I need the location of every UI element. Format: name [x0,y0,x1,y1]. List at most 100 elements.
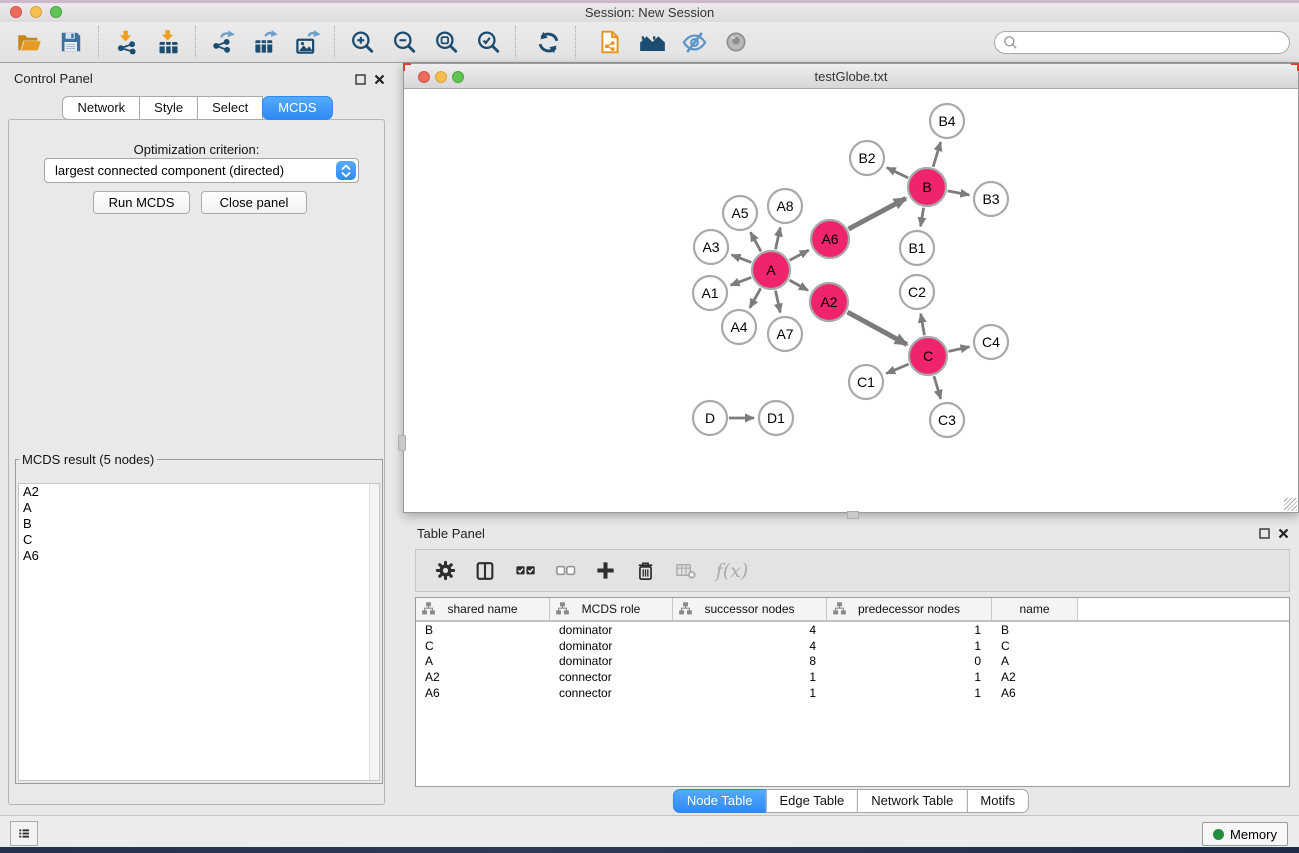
mcds-result-item[interactable]: A6 [19,548,379,564]
show-graphics-details-button[interactable] [716,24,756,60]
edge-A-A6[interactable] [790,250,809,260]
column-header-shared-name[interactable]: shared name [416,598,550,620]
import-table-button[interactable] [148,24,188,60]
edge-A6-B[interactable] [849,198,906,229]
mcds-result-item[interactable]: A [19,500,379,516]
network-window-titlebar[interactable]: testGlobe.txt [404,64,1298,89]
close-panel-button[interactable]: Close panel [201,191,307,214]
edge-B-B2[interactable] [887,168,908,178]
criterion-select[interactable]: largest connected component (directed) [44,158,359,183]
refresh-button[interactable] [528,24,568,60]
scrollbar-track[interactable] [369,484,379,780]
node-D1[interactable]: D1 [759,401,793,435]
node-A8[interactable]: A8 [768,189,802,223]
node-B4[interactable]: B4 [930,104,964,138]
scrollbar-thumb[interactable] [847,511,859,519]
tab-motifs[interactable]: Motifs [966,789,1029,813]
node-C2[interactable]: C2 [900,275,934,309]
save-session-button[interactable] [51,24,91,60]
mcds-result-item[interactable]: B [19,516,379,532]
table-settings-button[interactable] [432,556,458,586]
tab-mcds[interactable]: MCDS [262,96,332,120]
hide-graphics-details-button[interactable] [674,24,714,60]
node-B[interactable]: B [908,168,946,206]
edge-A-A4[interactable] [750,288,761,308]
deselect-all-button[interactable] [552,556,578,586]
tab-select[interactable]: Select [197,96,263,120]
zoom-in-button[interactable] [342,24,382,60]
node-A5[interactable]: A5 [723,196,757,230]
node-D[interactable]: D [693,401,727,435]
node-A7[interactable]: A7 [768,317,802,351]
column-header-mcds-role[interactable]: MCDS role [550,598,673,620]
resize-grip[interactable] [1284,498,1297,511]
delete-table-button[interactable] [672,556,698,586]
run-mcds-button[interactable]: Run MCDS [93,191,190,214]
tab-network[interactable]: Network [62,96,140,120]
node-B2[interactable]: B2 [850,141,884,175]
node-C[interactable]: C [909,337,947,375]
edge-A-A1[interactable] [731,277,752,285]
export-network-button[interactable] [203,24,243,60]
show-columns-button[interactable] [472,556,498,586]
task-history-button[interactable] [10,821,38,846]
column-header-predecessor-nodes[interactable]: predecessor nodes [827,598,992,620]
table-row[interactable]: Bdominator41B [416,622,1289,638]
table-row[interactable]: Cdominator41C [416,638,1289,654]
mcds-result-item[interactable]: C [19,532,379,548]
node-A3[interactable]: A3 [694,230,728,264]
float-panel-icon[interactable] [353,72,367,86]
zoom-selected-button[interactable] [468,24,508,60]
node-C3[interactable]: C3 [930,403,964,437]
tab-edge-table[interactable]: Edge Table [765,789,858,813]
add-column-button[interactable] [592,556,618,586]
edge-A-A2[interactable] [789,280,808,290]
tab-node-table[interactable]: Node Table [673,789,767,813]
node-A4[interactable]: A4 [722,310,756,344]
edge-A-A8[interactable] [775,227,780,249]
export-table-button[interactable] [245,24,285,60]
scrollbar-thumb[interactable] [398,435,406,451]
tab-network-table[interactable]: Network Table [857,789,967,813]
search-box[interactable] [994,31,1290,54]
open-session-button[interactable] [9,24,49,60]
node-C1[interactable]: C1 [849,365,883,399]
search-input[interactable] [1023,34,1281,51]
edge-A-A5[interactable] [751,232,761,251]
edge-C-C1[interactable] [886,364,908,373]
node-B3[interactable]: B3 [974,182,1008,216]
function-builder-button[interactable]: f(x) [712,556,752,586]
float-panel-icon[interactable] [1257,526,1271,540]
edge-C-C2[interactable] [921,314,925,336]
node-B1[interactable]: B1 [900,231,934,265]
tab-style[interactable]: Style [139,96,198,120]
edge-A2-C[interactable] [847,312,906,344]
close-panel-icon[interactable] [372,72,386,86]
column-header-name[interactable]: name [992,598,1078,620]
export-image-button[interactable] [287,24,327,60]
edge-A-A3[interactable] [732,255,752,263]
edge-C-C3[interactable] [934,376,941,399]
edge-B-B4[interactable] [933,142,941,167]
edge-B-B1[interactable] [921,208,924,227]
column-header-successor-nodes[interactable]: successor nodes [673,598,827,620]
mcds-result-item[interactable]: A2 [19,484,379,500]
node-A6[interactable]: A6 [811,220,849,258]
node-A1[interactable]: A1 [693,276,727,310]
node-C4[interactable]: C4 [974,325,1008,359]
session-doc-button[interactable] [590,24,630,60]
table-row[interactable]: A6connector11A6 [416,685,1289,701]
edge-C-C4[interactable] [948,347,969,352]
select-all-button[interactable] [512,556,538,586]
import-network-button[interactable] [106,24,146,60]
node-A[interactable]: A [752,251,790,289]
home-button[interactable] [632,24,672,60]
zoom-out-button[interactable] [384,24,424,60]
edge-A-A7[interactable] [775,291,780,313]
network-canvas[interactable]: A A1 A2 A3 A4 A5 A6 A7 A8 B B1 B2 B3 B4 C C1 C2 C3 C4 D D1 [404,89,1298,512]
delete-column-button[interactable] [632,556,658,586]
edge-B-B3[interactable] [948,191,970,195]
node-A2[interactable]: A2 [810,283,848,321]
zoom-fit-button[interactable] [426,24,466,60]
table-row[interactable]: A2connector11A2 [416,669,1289,685]
